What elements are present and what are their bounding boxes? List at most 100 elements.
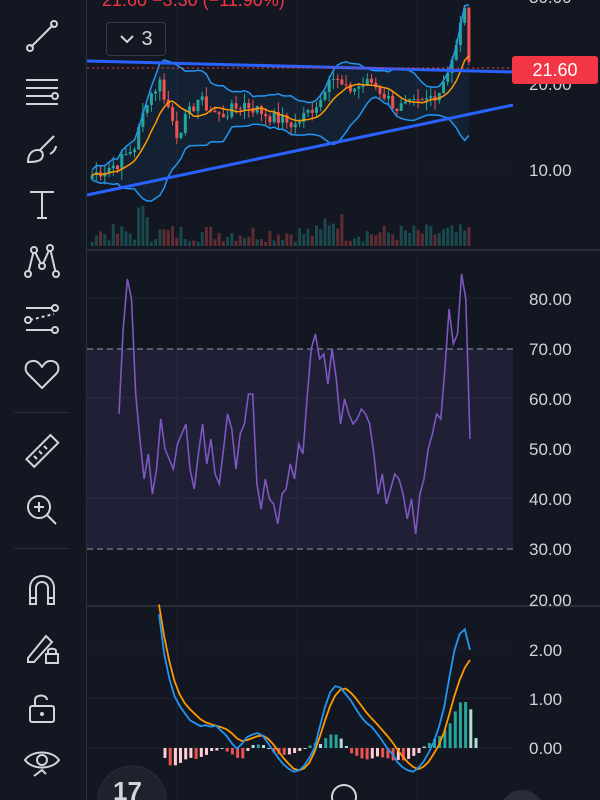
candle-body: [243, 102, 246, 110]
candle-body: [289, 122, 293, 128]
pencil-lock-icon[interactable]: [14, 624, 70, 672]
volume-bar: [124, 231, 128, 246]
volume-bar: [145, 217, 149, 246]
macd-histogram-bar: [225, 748, 229, 752]
volume-bar: [183, 239, 187, 246]
volume-bar: [204, 227, 208, 246]
text-icon[interactable]: [14, 180, 70, 228]
volume-bar: [141, 205, 145, 246]
indicator-legend-toggle[interactable]: 3: [106, 22, 166, 56]
candle-body: [149, 93, 153, 105]
macd-histogram-bar: [344, 746, 348, 748]
volume-bar: [319, 229, 323, 246]
rsi-axis-label: 70.00: [529, 340, 572, 359]
macd-histogram-bar: [298, 748, 302, 751]
candle-body: [403, 101, 407, 104]
heart-icon[interactable]: [14, 350, 70, 398]
candle-body: [467, 7, 471, 62]
ruler-icon[interactable]: [14, 428, 70, 476]
volume-bar: [293, 241, 297, 246]
unlock-icon[interactable]: [14, 684, 70, 732]
volume-bar: [268, 230, 272, 246]
candle-body: [298, 122, 302, 124]
macd-histogram-bar: [267, 748, 271, 749]
macd-histogram-bar: [464, 702, 468, 748]
horizontal-lines-icon[interactable]: [14, 68, 70, 116]
trend-line-icon[interactable]: [14, 12, 70, 60]
volume-bar: [226, 237, 230, 246]
resistance-trendline: [87, 59, 514, 74]
candle-body: [179, 132, 183, 138]
macd-histogram-bar: [194, 748, 198, 759]
brush-icon[interactable]: [14, 124, 70, 172]
candle-body: [331, 78, 335, 80]
chart-area[interactable]: 30.0020.0010.0080.0070.0060.0050.0040.00…: [87, 0, 600, 800]
candle-body: [319, 99, 323, 108]
volume-bar: [128, 233, 132, 246]
volume-bar: [387, 232, 390, 246]
macd-histogram-bar: [417, 748, 421, 753]
candle-body: [234, 103, 238, 109]
candle-body: [171, 107, 175, 121]
magnet-icon[interactable]: [14, 566, 70, 614]
macd-histogram-bar: [168, 748, 172, 766]
volume-bar: [133, 239, 136, 246]
rsi-axis-label: 80.00: [529, 290, 572, 309]
macd-histogram-bar: [308, 745, 312, 748]
macd-histogram-bar: [453, 711, 457, 748]
macd-histogram-bar: [469, 709, 473, 748]
macd-histogram-bar: [287, 748, 291, 755]
chevron-down-icon: [120, 35, 135, 44]
volume-bar: [344, 240, 348, 246]
volume-bar: [188, 241, 191, 246]
macd-histogram-bar: [262, 745, 265, 748]
candle-body: [336, 78, 340, 80]
candle-body: [306, 110, 310, 113]
volume-bar: [99, 231, 103, 246]
candle-body: [192, 106, 196, 112]
volume-bar: [243, 237, 246, 246]
pattern-icon[interactable]: [14, 236, 70, 284]
macd-histogram-bar: [184, 748, 188, 760]
volume-bar: [192, 240, 196, 246]
macd-axis-label: 1.00: [529, 690, 562, 709]
macd-histogram-bar: [474, 738, 478, 748]
macd-histogram-bar: [303, 748, 307, 749]
volume-bar: [425, 224, 429, 246]
candle-body: [370, 78, 373, 83]
volume-bar: [196, 241, 200, 246]
drawing-toolbar: [0, 0, 87, 800]
candle-body: [272, 112, 276, 123]
rsi-axis-label: 60.00: [529, 390, 572, 409]
toolbar-divider: [14, 548, 70, 549]
volume-bar: [251, 227, 255, 246]
macd-histogram-bar: [293, 748, 297, 753]
candle-body: [425, 98, 429, 101]
volume-bar: [310, 235, 314, 246]
candle-body: [429, 96, 433, 99]
volume-bar: [306, 228, 310, 246]
volume-bar: [458, 224, 462, 246]
candle-body: [340, 79, 344, 85]
forecast-icon[interactable]: [14, 294, 70, 342]
eye-icon[interactable]: [14, 738, 70, 786]
candle-body: [361, 85, 365, 87]
candle-body: [315, 107, 318, 113]
candle-body: [323, 91, 327, 100]
macd-axis-label: 2.00: [529, 641, 562, 660]
price-axis[interactable]: 30.00 20.00 10.00 80.00 70.00 60.00 50.00 40.00…: [529, 0, 572, 758]
candle-body: [158, 79, 162, 92]
macd-histogram-bar: [407, 748, 411, 759]
rsi-axis-label: 30.00: [529, 540, 572, 559]
candle-body: [442, 81, 445, 93]
volume-bar: [217, 233, 221, 246]
macd-histogram-bar: [329, 734, 333, 748]
candle-body: [133, 149, 136, 153]
candle-body: [128, 152, 132, 154]
volume-bar: [200, 232, 204, 246]
volume-bar: [361, 241, 365, 246]
macd-histogram-bar: [282, 748, 286, 755]
volume-bar: [365, 231, 369, 246]
volume-bar: [272, 240, 276, 246]
zoom-in-icon[interactable]: [14, 486, 70, 534]
